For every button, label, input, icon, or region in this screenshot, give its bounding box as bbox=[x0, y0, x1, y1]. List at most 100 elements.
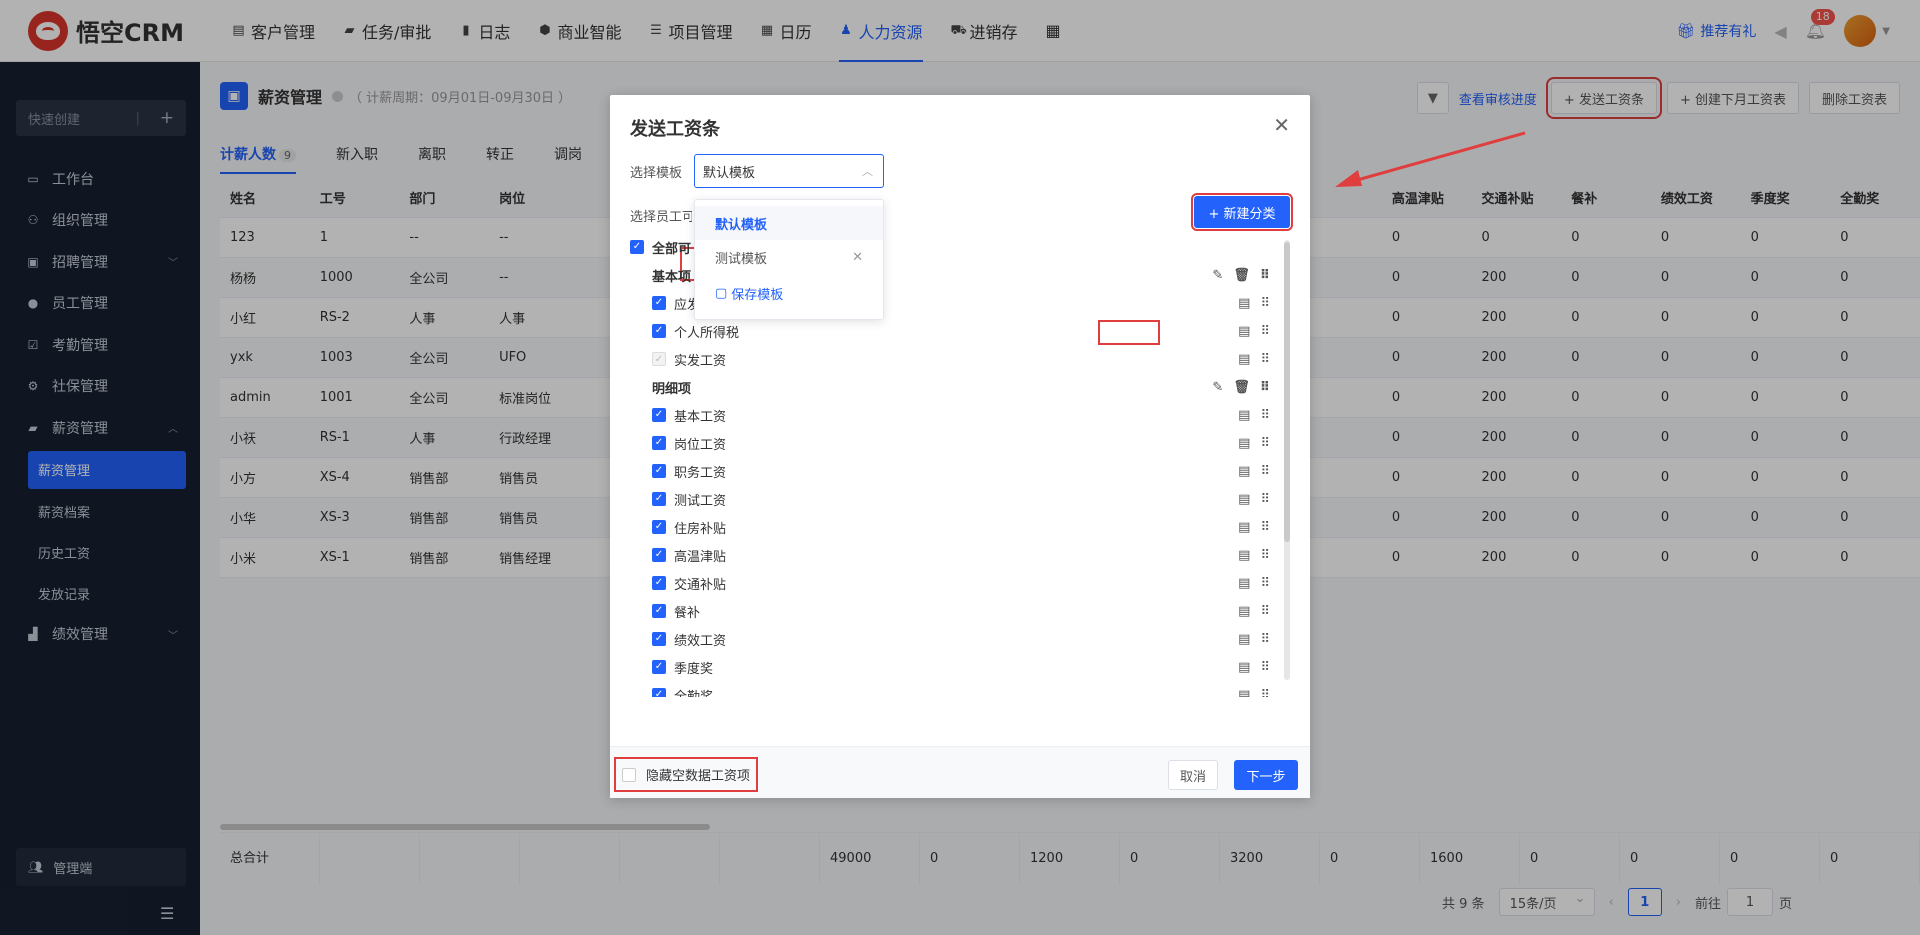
note-icon[interactable]: ▤ bbox=[1238, 604, 1250, 619]
drag-handle-icon[interactable]: ⠿ bbox=[1260, 660, 1270, 675]
drag-handle-icon[interactable]: ⠿ bbox=[1260, 352, 1270, 367]
checkbox[interactable]: ✓ bbox=[630, 240, 644, 254]
checkbox[interactable]: ✓ bbox=[652, 492, 666, 506]
salary-item-row[interactable]: ✓ 住房补贴 ▤ ⠿ bbox=[630, 513, 1270, 541]
salary-item-row[interactable]: ✓ 实发工资 ▤ ⠿ bbox=[630, 345, 1270, 373]
drag-handle-icon[interactable]: ⠿ bbox=[1260, 492, 1270, 507]
template-option-default[interactable]: 默认模板 bbox=[695, 206, 883, 240]
checkbox[interactable]: ✓ bbox=[652, 576, 666, 590]
salary-item-row[interactable]: ✓ 绩效工资 ▤ ⠿ bbox=[630, 625, 1270, 653]
note-icon[interactable]: ▤ bbox=[1238, 632, 1250, 647]
item-label: 餐补 bbox=[674, 605, 701, 621]
salary-item-row[interactable]: ✓ 全勤奖 ▤ ⠿ bbox=[630, 681, 1270, 697]
drag-handle-icon[interactable]: ⠿ bbox=[1260, 324, 1270, 339]
note-icon[interactable]: ▤ bbox=[1238, 436, 1250, 451]
trash-icon[interactable]: 🗑︎ bbox=[1233, 268, 1250, 283]
note-icon[interactable]: ▤ bbox=[1238, 688, 1250, 698]
cancel-button[interactable]: 取消 bbox=[1168, 760, 1218, 790]
next-button[interactable]: 下一步 bbox=[1234, 760, 1298, 790]
checkbox[interactable]: ✓ bbox=[652, 408, 666, 422]
row-actions: ▤ ⠿ bbox=[1238, 548, 1270, 563]
note-icon[interactable]: ▤ bbox=[1238, 492, 1250, 507]
checkbox[interactable]: ✓ bbox=[652, 436, 666, 450]
row-actions: ▤ ⠿ bbox=[1238, 604, 1270, 619]
checkbox[interactable]: ✓ bbox=[652, 604, 666, 618]
item-label: 基本工资 bbox=[674, 409, 727, 425]
salary-item-row[interactable]: ✓ 餐补 ▤ ⠿ bbox=[630, 597, 1270, 625]
drag-handle-icon[interactable]: ⠿ bbox=[1260, 548, 1270, 563]
template-value: 默认模板 bbox=[703, 165, 756, 181]
hide-empty-checkbox[interactable]: 隐藏空数据工资项 bbox=[613, 757, 759, 792]
drag-handle-icon[interactable]: ⠿ bbox=[1260, 688, 1270, 698]
salary-item-row[interactable]: ✓ 交通补贴 ▤ ⠿ bbox=[630, 569, 1270, 597]
note-icon[interactable]: ▤ bbox=[1238, 548, 1250, 563]
new-category-button[interactable]: + 新建分类 bbox=[1191, 193, 1293, 231]
checkbox[interactable]: ✓ bbox=[652, 296, 666, 310]
drag-handle-icon[interactable]: ⠿ bbox=[1260, 408, 1270, 423]
row-actions: ✎ 🗑︎ ⠿ bbox=[1212, 268, 1270, 283]
item-label: 绩效工资 bbox=[674, 633, 727, 649]
note-icon[interactable]: ▤ bbox=[1238, 324, 1250, 339]
drag-handle-icon[interactable]: ⠿ bbox=[1260, 268, 1270, 283]
drag-handle-icon[interactable]: ⠿ bbox=[1260, 464, 1270, 479]
row-actions: ▤ ⠿ bbox=[1238, 632, 1270, 647]
template-option-label: 测试模板 bbox=[715, 251, 768, 267]
close-icon[interactable]: ✕ bbox=[852, 250, 863, 265]
drag-handle-icon[interactable]: ⠿ bbox=[1260, 296, 1270, 311]
note-icon[interactable]: ▤ bbox=[1238, 520, 1250, 535]
category-row[interactable]: 明细项 ✎ 🗑︎ ⠿ bbox=[630, 373, 1270, 401]
edit-icon[interactable]: ✎ bbox=[1212, 380, 1223, 395]
checkbox[interactable]: ✓ bbox=[652, 324, 666, 338]
drag-handle-icon[interactable]: ⠿ bbox=[1260, 436, 1270, 451]
save-template-option[interactable]: ▢ 保存模板 bbox=[695, 276, 883, 310]
drag-handle-icon[interactable]: ⠿ bbox=[1260, 576, 1270, 591]
item-label: 实发工资 bbox=[674, 353, 727, 369]
item-label: 全部可 bbox=[652, 241, 692, 257]
hide-empty-label: 隐藏空数据工资项 bbox=[646, 769, 751, 784]
checkbox[interactable] bbox=[622, 767, 636, 782]
close-icon[interactable]: ✕ bbox=[1273, 113, 1290, 137]
row-actions: ▤ ⠿ bbox=[1238, 688, 1270, 698]
checkbox[interactable]: ✓ bbox=[652, 464, 666, 478]
item-label: 住房补贴 bbox=[674, 521, 727, 537]
item-label: 岗位工资 bbox=[674, 437, 727, 453]
template-option-test[interactable]: 测试模板 ✕ bbox=[695, 240, 883, 274]
checkbox[interactable]: ✓ bbox=[652, 660, 666, 674]
note-icon[interactable]: ▤ bbox=[1238, 296, 1250, 311]
row-actions: ▤ ⠿ bbox=[1238, 464, 1270, 479]
row-actions: ▤ ⠿ bbox=[1238, 520, 1270, 535]
note-icon[interactable]: ▤ bbox=[1238, 660, 1250, 675]
select-employee-label: 选择员工可 bbox=[630, 210, 692, 225]
salary-item-row[interactable]: ✓ 测试工资 ▤ ⠿ bbox=[630, 485, 1270, 513]
note-icon[interactable]: ▤ bbox=[1238, 576, 1250, 591]
salary-item-row[interactable]: ✓ 岗位工资 ▤ ⠿ bbox=[630, 429, 1270, 457]
salary-item-row[interactable]: ✓ 个人所得税 ▤ ⠿ bbox=[630, 317, 1270, 345]
drag-handle-icon[interactable]: ⠿ bbox=[1260, 632, 1270, 647]
save-icon: ▢ bbox=[715, 285, 728, 301]
send-payslip-dialog: 发送工资条 ✕ 选择模板 默认模板 ︿ 选择员工可 + 新建分类 默认模板 测试模… bbox=[610, 95, 1310, 798]
item-label: 个人所得税 bbox=[674, 325, 740, 341]
salary-item-row[interactable]: ✓ 基本工资 ▤ ⠿ bbox=[630, 401, 1270, 429]
checkbox[interactable]: ✓ bbox=[652, 632, 666, 646]
trash-icon[interactable]: 🗑︎ bbox=[1233, 380, 1250, 395]
checkbox[interactable]: ✓ bbox=[652, 548, 666, 562]
drag-handle-icon[interactable]: ⠿ bbox=[1260, 520, 1270, 535]
row-actions: ✎ 🗑︎ ⠿ bbox=[1212, 380, 1270, 395]
drag-handle-icon[interactable]: ⠿ bbox=[1260, 604, 1270, 619]
salary-item-row[interactable]: ✓ 高温津贴 ▤ ⠿ bbox=[630, 541, 1270, 569]
vertical-scrollbar[interactable] bbox=[1284, 240, 1290, 680]
row-actions: ▤ ⠿ bbox=[1238, 324, 1270, 339]
item-label: 季度奖 bbox=[674, 661, 714, 677]
checkbox[interactable]: ✓ bbox=[652, 688, 666, 697]
row-actions: ▤ ⠿ bbox=[1238, 408, 1270, 423]
salary-item-row[interactable]: ✓ 季度奖 ▤ ⠿ bbox=[630, 653, 1270, 681]
edit-icon[interactable]: ✎ bbox=[1212, 268, 1223, 283]
template-select[interactable]: 默认模板 ︿ bbox=[694, 154, 884, 188]
salary-item-row[interactable]: ✓ 职务工资 ▤ ⠿ bbox=[630, 457, 1270, 485]
checkbox[interactable]: ✓ bbox=[652, 520, 666, 534]
note-icon[interactable]: ▤ bbox=[1238, 408, 1250, 423]
checkbox: ✓ bbox=[652, 352, 666, 366]
drag-handle-icon[interactable]: ⠿ bbox=[1260, 380, 1270, 395]
note-icon[interactable]: ▤ bbox=[1238, 352, 1250, 367]
note-icon[interactable]: ▤ bbox=[1238, 464, 1250, 479]
